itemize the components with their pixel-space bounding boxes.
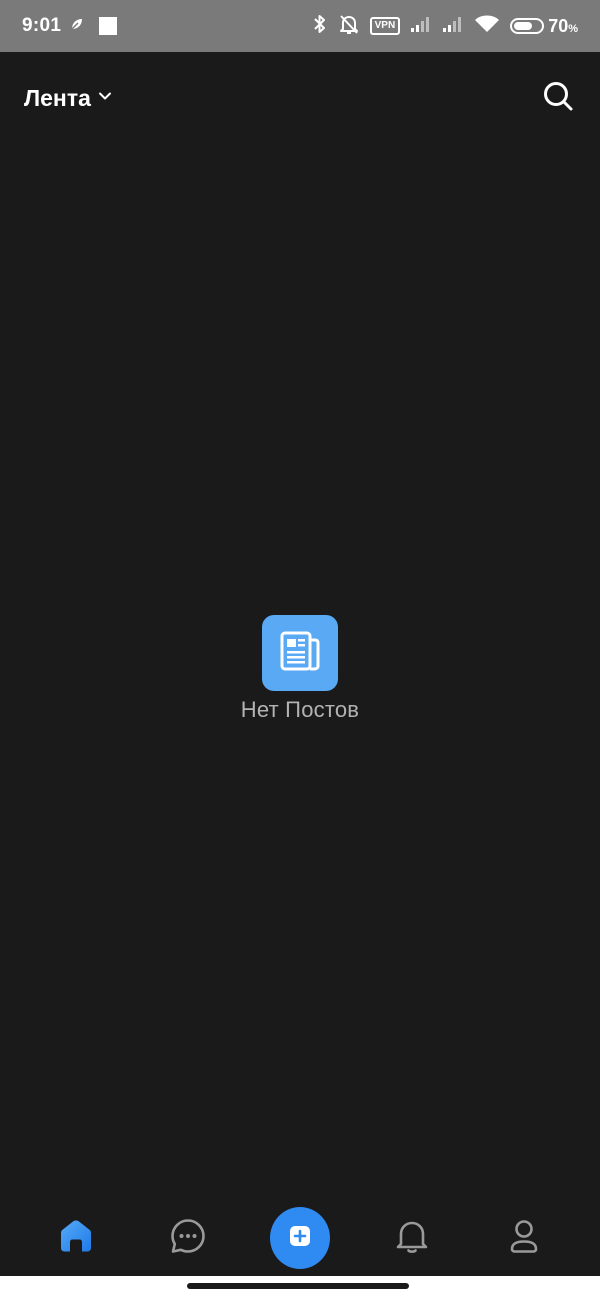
bell-muted-icon	[338, 13, 360, 40]
battery-level: 70%	[548, 16, 578, 37]
newspaper-icon	[277, 628, 323, 679]
status-bar: 9:01 VPN 70%	[0, 0, 600, 52]
empty-state: Нет Постов	[0, 615, 600, 723]
status-right: VPN 70%	[312, 13, 578, 40]
bluetooth-icon	[312, 13, 328, 40]
battery-level-value: 70	[548, 15, 569, 36]
signal-icon	[410, 15, 432, 38]
bell-icon	[393, 1217, 431, 1260]
vpn-badge: VPN	[369, 17, 401, 35]
battery-indicator: 70%	[510, 16, 578, 37]
app-header: Лента	[0, 52, 600, 144]
nav-messages[interactable]	[158, 1208, 218, 1268]
nav-create[interactable]	[270, 1207, 330, 1269]
user-icon	[505, 1217, 543, 1260]
search-button[interactable]	[540, 80, 576, 116]
plus-icon	[288, 1224, 312, 1253]
search-icon	[542, 80, 574, 117]
bottom-nav	[0, 1200, 600, 1276]
wifi-icon	[474, 14, 500, 39]
feed-selector[interactable]: Лента	[24, 85, 113, 112]
page-title: Лента	[24, 84, 91, 111]
home-icon	[57, 1217, 95, 1260]
status-time: 9:01	[22, 15, 62, 36]
signal-icon-2	[442, 15, 464, 38]
chat-bubble-icon	[169, 1217, 207, 1260]
nav-profile[interactable]	[494, 1208, 554, 1268]
home-indicator[interactable]	[187, 1283, 409, 1289]
battery-level-unit: %	[568, 22, 578, 35]
app-screen: 9:01 VPN 70% Лента Нет Постов	[0, 0, 600, 1299]
chevron-down-icon	[97, 88, 113, 109]
battery-icon	[510, 18, 545, 34]
gesture-bar-area	[0, 1276, 600, 1299]
empty-state-message: Нет Постов	[240, 697, 360, 722]
nav-notifications[interactable]	[382, 1208, 442, 1268]
nav-home[interactable]	[46, 1208, 106, 1268]
battery-fill	[514, 22, 533, 30]
notification-square-icon	[99, 17, 118, 35]
empty-state-icon-box	[262, 615, 338, 691]
create-post-button[interactable]	[270, 1207, 330, 1269]
status-left: 9:01	[22, 15, 118, 37]
leaf-notification-icon	[69, 16, 85, 37]
